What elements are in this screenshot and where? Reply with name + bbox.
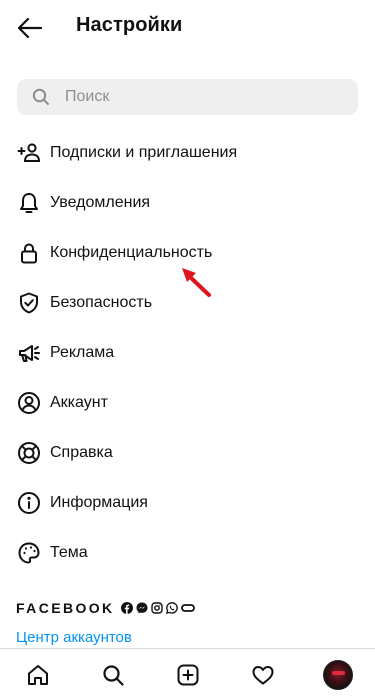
header: Настройки [0,0,375,56]
menu-item-label: Безопасность [50,294,153,311]
menu-item-label: Подписки и приглашения [50,144,238,161]
search-input[interactable] [65,88,325,106]
accounts-center-link[interactable]: Центр аккаунтов [16,629,132,646]
bell-icon [16,190,42,216]
menu-item-follow-invite[interactable]: Подписки и приглашения [0,128,375,178]
lock-icon [16,240,42,266]
facebook-label: FACEBOOK [16,600,115,616]
menu-item-label: Информация [50,494,148,511]
menu-item-about[interactable]: Информация [0,478,375,528]
whatsapp-icon [165,602,178,614]
menu-item-label: Реклама [50,344,115,361]
nav-profile[interactable] [316,653,360,697]
facebook-section: FACEBOOK [16,598,195,618]
menu-item-label: Аккаунт [50,394,108,411]
menu-item-notifications[interactable]: Уведомления [0,178,375,228]
add-person-icon [16,140,42,166]
create-post-icon [177,664,198,685]
menu-item-help[interactable]: Справка [0,428,375,478]
heart-icon [252,665,273,684]
back-button[interactable] [14,12,46,44]
bottom-nav [0,648,375,700]
home-icon [27,664,48,685]
info-icon [16,490,42,516]
menu-item-label: Уведомления [50,194,151,211]
shield-check-icon [16,290,42,316]
search-icon [32,88,50,106]
menu-item-account[interactable]: Аккаунт [0,378,375,428]
search-bar[interactable] [17,79,358,115]
nav-home[interactable] [16,653,60,697]
facebook-icon [120,602,133,614]
palette-icon [16,540,42,566]
menu-item-theme[interactable]: Тема [0,528,375,578]
lifebuoy-icon [16,440,42,466]
account-icon [16,390,42,416]
annotation-arrow-icon [182,268,211,297]
nav-activity[interactable] [241,653,285,697]
messenger-icon [136,602,148,614]
menu-item-label: Тема [50,544,88,561]
menu-item-label: Конфиденциальность [50,244,213,261]
nav-search[interactable] [91,653,135,697]
oculus-icon [180,604,195,612]
profile-avatar [322,659,353,690]
menu-item-label: Справка [50,444,113,461]
page-title: Настройки [76,14,183,36]
search-icon [102,664,124,686]
instagram-icon [150,602,163,614]
facebook-app-icons [120,602,195,614]
nav-create[interactable] [166,653,210,697]
arrow-left-icon [17,17,43,39]
settings-menu: Подписки и приглашения Уведомления Конфи… [0,128,375,578]
megaphone-icon [16,340,42,366]
menu-item-ads[interactable]: Реклама [0,328,375,378]
